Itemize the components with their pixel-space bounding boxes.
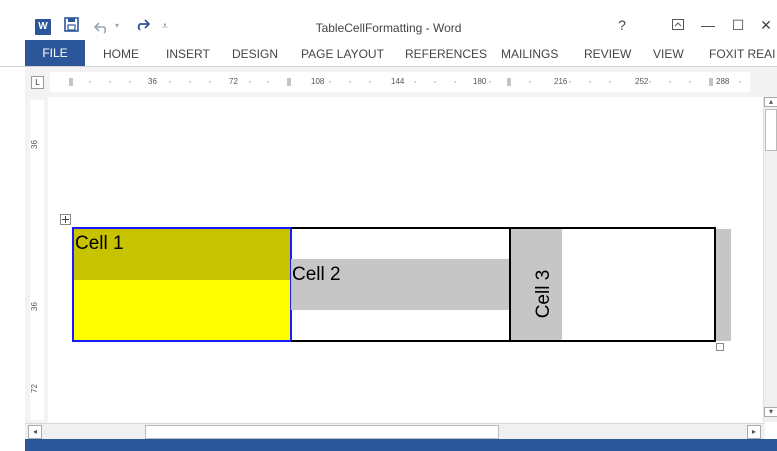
table-cell-1[interactable]: Cell 1: [72, 227, 292, 342]
cell-1-text: Cell 1: [75, 233, 124, 254]
help-button[interactable]: ?: [611, 17, 633, 33]
table-cell-2[interactable]: Cell 2: [291, 227, 511, 342]
ruler-tick-label: 288: [716, 77, 730, 86]
tab-references[interactable]: REFERENCES: [405, 47, 487, 61]
table-move-handle-icon[interactable]: [60, 214, 71, 225]
ruler-tick-label: 72: [29, 384, 39, 393]
ruler-tick-label: 72: [229, 77, 238, 86]
scroll-left-icon[interactable]: ◂: [28, 425, 42, 439]
title-bar: W ▾ ⩡ TableCellFormatting - Word ? — ☐ ✕: [0, 0, 777, 40]
ruler-tick-label: 180: [473, 77, 487, 86]
ribbon-tabs: FILE HOME INSERT DESIGN PAGE LAYOUT REFE…: [0, 40, 777, 67]
tab-home[interactable]: HOME: [103, 47, 139, 61]
table[interactable]: Cell 1 Cell 2 Cell 3: [72, 227, 731, 351]
vertical-scroll-thumb[interactable]: [765, 109, 777, 151]
end-of-row-marker: [716, 229, 731, 341]
tab-review[interactable]: REVIEW: [584, 47, 631, 61]
minimize-button[interactable]: —: [697, 17, 719, 33]
ribbon-display-options-button[interactable]: [667, 19, 689, 33]
maximize-button[interactable]: ☐: [727, 17, 749, 34]
table-cell-3[interactable]: Cell 3: [509, 227, 716, 342]
vertical-scrollbar[interactable]: ▴ ▾: [763, 97, 777, 422]
ruler-tick-label: 252: [635, 77, 649, 86]
ruler-tick-label: 36: [148, 77, 157, 86]
tab-file[interactable]: FILE: [25, 40, 85, 66]
cell-2-text: Cell 2: [292, 264, 341, 285]
tab-view[interactable]: VIEW: [653, 47, 684, 61]
tab-page-layout[interactable]: PAGE LAYOUT: [301, 47, 384, 61]
tab-selector-icon[interactable]: L: [31, 76, 44, 89]
tab-design[interactable]: DESIGN: [232, 47, 278, 61]
ruler-tick-label: 216: [554, 77, 568, 86]
scroll-right-icon[interactable]: ▸: [747, 425, 761, 439]
ruler-tick-label: 108: [311, 77, 325, 86]
scroll-down-icon[interactable]: ▾: [764, 407, 777, 417]
cell-3-text: Cell 3: [533, 269, 554, 319]
horizontal-scrollbar[interactable]: ◂ ▸: [25, 423, 765, 440]
ruler-tick-label: 144: [391, 77, 405, 86]
ruler-tick-label: 36: [29, 140, 39, 149]
close-button[interactable]: ✕: [755, 17, 777, 34]
horizontal-scroll-thumb[interactable]: [145, 425, 499, 439]
status-bar: [25, 439, 777, 451]
tab-mailings[interactable]: MAILINGS: [501, 47, 558, 61]
document-title: TableCellFormatting - Word: [315, 21, 462, 35]
tab-insert[interactable]: INSERT: [166, 47, 210, 61]
cell-1-shading-bottom: [74, 280, 290, 340]
scroll-up-icon[interactable]: ▴: [764, 97, 777, 107]
tab-foxit-reader[interactable]: FOXIT REAI: [709, 47, 775, 61]
ruler-tick-label: 36: [29, 302, 39, 311]
table-resize-handle-icon[interactable]: [716, 343, 724, 351]
